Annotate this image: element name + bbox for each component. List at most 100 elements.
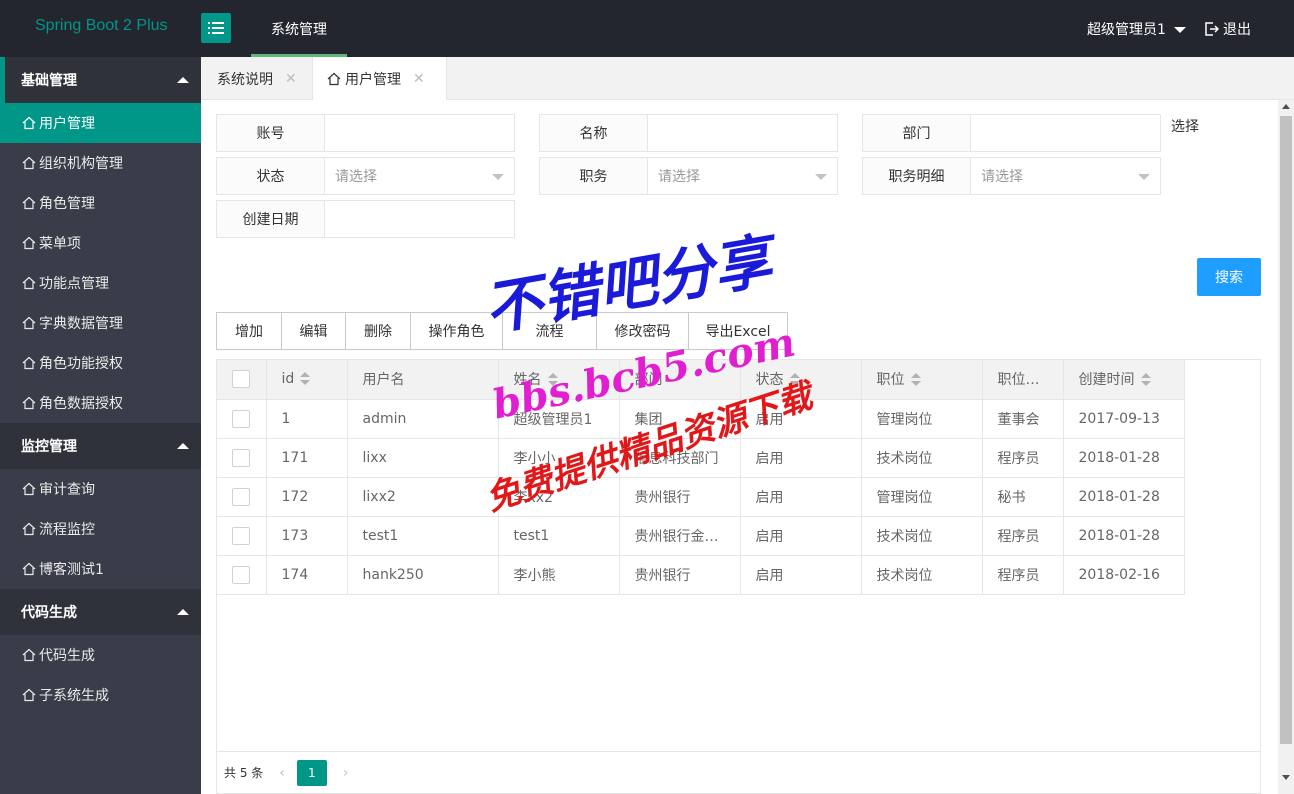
choose-dept-link[interactable]: 选择 <box>1171 116 1199 136</box>
search-button[interactable]: 搜索 <box>1197 258 1261 296</box>
chevron-right-icon[interactable]: › <box>343 765 349 781</box>
created-date-input[interactable] <box>325 200 515 238</box>
row-checkbox[interactable] <box>232 409 250 428</box>
process-button[interactable]: 流程 <box>502 312 597 350</box>
cell-position: 管理岗位 <box>861 477 983 517</box>
sidebar-item-blog-test[interactable]: 博客测试1 <box>0 549 201 589</box>
row-checkbox[interactable] <box>232 565 250 584</box>
cell-id: 1 <box>266 399 348 439</box>
column-header-created[interactable]: 创建时间 <box>1063 360 1185 400</box>
cell-status: 启用 <box>740 516 862 556</box>
home-icon <box>22 562 36 576</box>
job-select[interactable]: 请选择 <box>648 157 838 195</box>
sort-icon[interactable] <box>547 373 558 387</box>
menu-toggle-button[interactable] <box>201 13 231 43</box>
app-logo[interactable]: Spring Boot 2 Plus <box>35 17 168 35</box>
column-label: 部门 <box>634 372 663 389</box>
column-header-position[interactable]: 职位 <box>861 360 983 400</box>
sidebar-item-role-management[interactable]: 角色管理 <box>0 183 201 223</box>
cell-dept: 贵州银行 <box>619 477 741 517</box>
current-page-button[interactable]: 1 <box>296 759 327 786</box>
table-row[interactable]: 172 lixx2 李xx2 贵州银行 启用 管理岗位 秘书 2018-01-2… <box>217 477 1185 517</box>
sidebar-item-role-data-auth[interactable]: 角色数据授权 <box>0 383 201 423</box>
sidebar-item-audit[interactable]: 审计查询 <box>0 469 201 509</box>
caret-down-icon <box>815 174 827 180</box>
tab-user-management[interactable]: 用户管理 ✕ <box>312 57 447 101</box>
row-checkbox[interactable] <box>232 487 250 506</box>
operate-role-button[interactable]: 操作角色 <box>410 312 503 350</box>
dept-input[interactable] <box>971 114 1161 152</box>
total-count: 共 5 条 <box>224 766 264 780</box>
cell-position: 管理岗位 <box>861 399 983 439</box>
select-all-checkbox[interactable] <box>232 370 250 389</box>
sidebar-item-menu[interactable]: 菜单项 <box>0 223 201 263</box>
table-row[interactable]: 171 lixx 李小小 信息科技部门 启用 技术岗位 程序员 2018-01-… <box>217 438 1185 478</box>
home-icon <box>22 648 36 662</box>
logout-label: 退出 <box>1223 22 1251 38</box>
sort-icon[interactable] <box>910 373 921 387</box>
sidebar-item-user-management[interactable]: 用户管理 <box>0 103 201 143</box>
scroll-down-icon[interactable] <box>1282 775 1290 780</box>
column-header-id[interactable]: id <box>266 360 348 400</box>
tab-label: 系统说明 <box>217 71 273 88</box>
sidebar-group-title[interactable]: 监控管理 <box>0 423 201 469</box>
sidebar-item-code-generation[interactable]: 代码生成 <box>0 635 201 675</box>
add-button[interactable]: 增加 <box>216 312 282 350</box>
column-header-position-detail: 职位… <box>982 360 1064 400</box>
sidebar-group-title[interactable]: 基础管理 <box>0 57 201 103</box>
cell-position-detail: 董事会 <box>982 399 1064 439</box>
row-checkbox[interactable] <box>232 526 250 545</box>
vertical-scrollbar[interactable] <box>1278 100 1294 794</box>
tab-label: 用户管理 <box>345 72 401 88</box>
change-password-button[interactable]: 修改密码 <box>596 312 689 350</box>
home-icon <box>22 522 36 536</box>
sidebar-group-title[interactable]: 代码生成 <box>0 589 201 635</box>
sort-icon[interactable] <box>300 372 311 386</box>
status-select[interactable]: 请选择 <box>325 157 515 195</box>
export-excel-button[interactable]: 导出Excel <box>688 312 788 350</box>
sidebar-item-org-management[interactable]: 组织机构管理 <box>0 143 201 183</box>
table-row[interactable]: 173 test1 test1 贵州银行金… 启用 技术岗位 程序员 2018-… <box>217 516 1185 556</box>
cell-id: 173 <box>266 516 348 556</box>
cell-name: 李小熊 <box>498 555 620 595</box>
sidebar-item-process-monitor[interactable]: 流程监控 <box>0 509 201 549</box>
chevron-left-icon[interactable]: ‹ <box>279 765 285 781</box>
column-header-status[interactable]: 状态 <box>740 360 862 400</box>
caret-down-icon <box>1173 27 1186 33</box>
logout-button[interactable]: 退出 <box>1205 19 1251 39</box>
close-icon[interactable]: ✕ <box>285 71 297 87</box>
sidebar-item-function-points[interactable]: 功能点管理 <box>0 263 201 303</box>
close-icon[interactable]: ✕ <box>413 71 425 87</box>
cell-username: admin <box>347 399 499 439</box>
user-menu[interactable]: 超级管理员1 <box>1087 19 1186 39</box>
cell-created: 2018-01-28 <box>1063 477 1185 517</box>
sidebar-item-label: 用户管理 <box>39 116 95 132</box>
sort-icon[interactable] <box>1140 373 1151 387</box>
scrollbar-thumb[interactable] <box>1280 116 1292 744</box>
sort-icon[interactable] <box>789 373 800 387</box>
top-nav-system-management[interactable]: 系统管理 <box>251 0 347 57</box>
job-detail-select[interactable]: 请选择 <box>971 157 1161 195</box>
pagination: 共 5 条 ‹ 1 › <box>217 751 1260 793</box>
tab-system-description[interactable]: 系统说明 ✕ <box>217 57 297 100</box>
cell-position-detail: 程序员 <box>982 516 1064 556</box>
column-label: 姓名 <box>513 372 542 389</box>
sidebar-item-dictionary[interactable]: 字典数据管理 <box>0 303 201 343</box>
row-checkbox[interactable] <box>232 448 250 467</box>
caret-up-icon <box>177 77 189 83</box>
top-header: Spring Boot 2 Plus 系统管理 超级管理员1 退出 <box>0 0 1294 57</box>
table-row[interactable]: 174 hank250 李小熊 贵州银行 启用 技术岗位 程序员 2018-02… <box>217 555 1185 595</box>
edit-button[interactable]: 编辑 <box>281 312 346 350</box>
column-header-name[interactable]: 姓名 <box>498 360 620 400</box>
delete-button[interactable]: 删除 <box>345 312 411 350</box>
name-input[interactable] <box>648 114 838 152</box>
account-input[interactable] <box>325 114 515 152</box>
cell-status: 启用 <box>740 399 862 439</box>
sidebar-item-role-function-auth[interactable]: 角色功能授权 <box>0 343 201 383</box>
cell-dept: 贵州银行 <box>619 555 741 595</box>
sidebar-item-subsystem-generation[interactable]: 子系统生成 <box>0 675 201 715</box>
scroll-up-icon[interactable] <box>1282 104 1290 109</box>
sidebar-item-label: 字典数据管理 <box>39 316 123 332</box>
table-row[interactable]: 1 admin 超级管理员1 集团 启用 管理岗位 董事会 2017-09-13 <box>217 399 1185 439</box>
cell-username: lixx <box>347 438 499 478</box>
